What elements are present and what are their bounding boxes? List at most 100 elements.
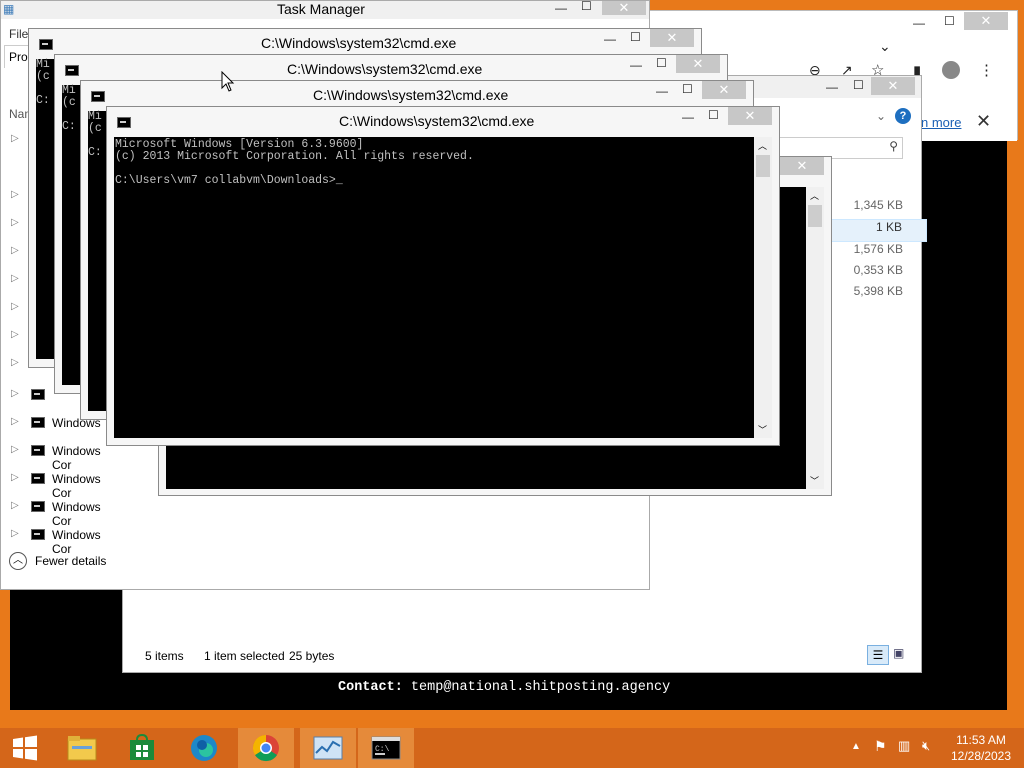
- cmd-window-icon: [91, 91, 105, 102]
- table-row[interactable]: ▷ Windows Cor: [11, 525, 123, 556]
- cmd-minimize-button[interactable]: —: [630, 58, 642, 72]
- file-size: 1,576 KB: [853, 242, 903, 256]
- profile-avatar-icon[interactable]: [942, 61, 960, 79]
- cmd-close-button[interactable]: ✕: [702, 81, 746, 99]
- taskbar-store[interactable]: [114, 728, 170, 768]
- expand-arrow-icon: ▷: [11, 388, 19, 399]
- details-view-icon[interactable]: ☰: [867, 645, 889, 665]
- browser-close-button[interactable]: ✕: [964, 12, 1008, 30]
- cmd-close-button[interactable]: ✕: [650, 29, 694, 47]
- expand-arrow-icon[interactable]: ▷: [11, 301, 19, 312]
- expand-arrow-icon[interactable]: ▷: [11, 245, 19, 256]
- search-icon: ⚲: [889, 139, 898, 153]
- chevron-down-icon[interactable]: ⌄: [879, 38, 891, 55]
- task-manager-maximize-button[interactable]: ☐: [581, 0, 592, 13]
- console-scrollbar[interactable]: ︿ ﹀: [754, 137, 772, 438]
- file-size: 1 KB: [823, 219, 927, 242]
- close-infobar-icon[interactable]: ✕: [976, 111, 991, 132]
- expand-arrow-icon[interactable]: ▷: [11, 189, 19, 200]
- cmd-maximize-button[interactable]: ☐: [708, 108, 719, 122]
- console-scrollbar[interactable]: ︿ ﹀: [806, 187, 824, 489]
- file-size: 1,345 KB: [853, 198, 903, 212]
- taskbar-edge[interactable]: [176, 728, 232, 768]
- action-center-flag-icon[interactable]: ⚑: [874, 738, 887, 755]
- task-manager-minimize-button[interactable]: —: [555, 1, 567, 15]
- task-manager-title: Task Manager: [277, 1, 365, 17]
- cmd-maximize-button[interactable]: ☐: [656, 56, 667, 70]
- network-icon[interactable]: ▥: [898, 738, 910, 754]
- cmd-close-button[interactable]: ✕: [676, 55, 720, 73]
- start-button[interactable]: [0, 728, 50, 768]
- background-console-contact: Contact: temp@national.shitposting.agenc…: [338, 680, 670, 695]
- cmd-close-button[interactable]: ✕: [780, 157, 824, 175]
- menu-file[interactable]: File: [9, 27, 28, 41]
- scroll-thumb[interactable]: [756, 155, 770, 177]
- explorer-minimize-button[interactable]: —: [826, 80, 838, 94]
- clock-date: 12/28/2023: [950, 749, 1012, 763]
- cmd-console[interactable]: Mi (c C:: [36, 59, 56, 359]
- table-row[interactable]: ▷ Windows Cor: [11, 497, 123, 528]
- cmd-icon: C:\: [371, 736, 401, 760]
- taskbar-cmd[interactable]: C:\: [358, 728, 414, 768]
- contact-value: temp@national.shitposting.agency: [410, 680, 671, 695]
- store-icon: [130, 734, 154, 760]
- thumbnail-view-icon[interactable]: ▣: [893, 646, 909, 662]
- explorer-maximize-button[interactable]: ☐: [853, 78, 864, 92]
- taskbar-file-explorer[interactable]: [54, 728, 110, 768]
- task-manager-app-icon: ▦: [3, 2, 15, 16]
- cmd-window-title: C:\Windows\system32\cmd.exe: [261, 35, 457, 51]
- browser-minimize-button[interactable]: —: [913, 16, 925, 30]
- cmd-close-button[interactable]: ✕: [728, 107, 772, 125]
- volume-muted-icon[interactable]: 🔇︎: [922, 738, 930, 754]
- process-name: Windows Cor: [52, 472, 101, 500]
- cmd-window-active: C:\Windows\system32\cmd.exe — ☐ ✕ Micros…: [106, 106, 780, 446]
- cmd-minimize-button[interactable]: —: [604, 32, 616, 46]
- scroll-thumb[interactable]: [808, 205, 822, 227]
- cmd-process-icon: [31, 389, 45, 400]
- explorer-close-button[interactable]: ✕: [871, 77, 915, 95]
- cmd-console[interactable]: Mi (c C:: [62, 85, 82, 385]
- clock-time: 11:53 AM: [956, 733, 1006, 747]
- expand-arrow-icon[interactable]: ▷: [11, 217, 19, 228]
- status-selected: 1 item selected: [204, 649, 285, 663]
- more-menu-icon[interactable]: ⋮: [979, 61, 994, 79]
- scroll-up-icon[interactable]: ︿: [758, 139, 767, 152]
- process-name: Windows Cor: [52, 500, 101, 528]
- console-text: Mi (c C:: [36, 58, 50, 107]
- learn-more-link[interactable]: n more: [921, 115, 961, 130]
- scroll-down-icon[interactable]: ﹀: [810, 474, 819, 487]
- cmd-minimize-button[interactable]: —: [656, 84, 668, 98]
- expand-arrow-icon[interactable]: ▷: [11, 133, 19, 144]
- task-manager-close-button[interactable]: ✕: [602, 1, 646, 15]
- show-hidden-icons-icon[interactable]: ▲: [851, 741, 861, 752]
- cmd-maximize-button[interactable]: ☐: [630, 30, 641, 44]
- cmd-console[interactable]: Mi (c C:: [88, 111, 108, 411]
- taskbar-chrome[interactable]: [238, 728, 294, 768]
- cmd-minimize-button[interactable]: —: [682, 110, 694, 124]
- expand-arrow-icon[interactable]: ▷: [11, 329, 19, 340]
- table-row[interactable]: ▷ Windows Cor: [11, 469, 123, 500]
- expand-arrow-icon: ▷: [11, 528, 19, 539]
- help-icon[interactable]: ?: [895, 108, 911, 124]
- cmd-console[interactable]: Microsoft Windows [Version 6.3.9600] (c)…: [114, 137, 754, 438]
- browser-maximize-button[interactable]: ☐: [944, 14, 955, 28]
- console-line: (c) 2013 Microsoft Corporation. All righ…: [115, 150, 474, 163]
- cmd-process-icon: [31, 473, 45, 484]
- scroll-down-icon[interactable]: ﹀: [758, 423, 767, 436]
- taskbar-task-manager[interactable]: [300, 728, 356, 768]
- scroll-up-icon[interactable]: ︿: [810, 189, 819, 202]
- fewer-details-button[interactable]: ︿ Fewer details: [9, 551, 119, 571]
- mouse-cursor-icon: [221, 71, 235, 92]
- status-bar: 5 items 1 item selected 25 bytes ☰ ▣: [123, 644, 921, 672]
- expand-arrow-icon[interactable]: ▷: [11, 357, 19, 368]
- cmd-window-icon: [117, 117, 131, 128]
- expand-arrow-icon[interactable]: ▷: [11, 273, 19, 284]
- console-prompt: C:\Users\vm7 collabvm\Downloads>: [115, 174, 336, 187]
- task-manager-icon: [313, 736, 343, 760]
- cmd-process-icon: [31, 529, 45, 540]
- expand-chevron-icon[interactable]: ⌄: [876, 109, 886, 123]
- console-text: Mi (c C:: [88, 110, 102, 159]
- svg-text:C:\: C:\: [375, 745, 390, 754]
- system-clock[interactable]: 11:53 AM 12/28/2023: [946, 733, 1016, 763]
- cmd-maximize-button[interactable]: ☐: [682, 82, 693, 96]
